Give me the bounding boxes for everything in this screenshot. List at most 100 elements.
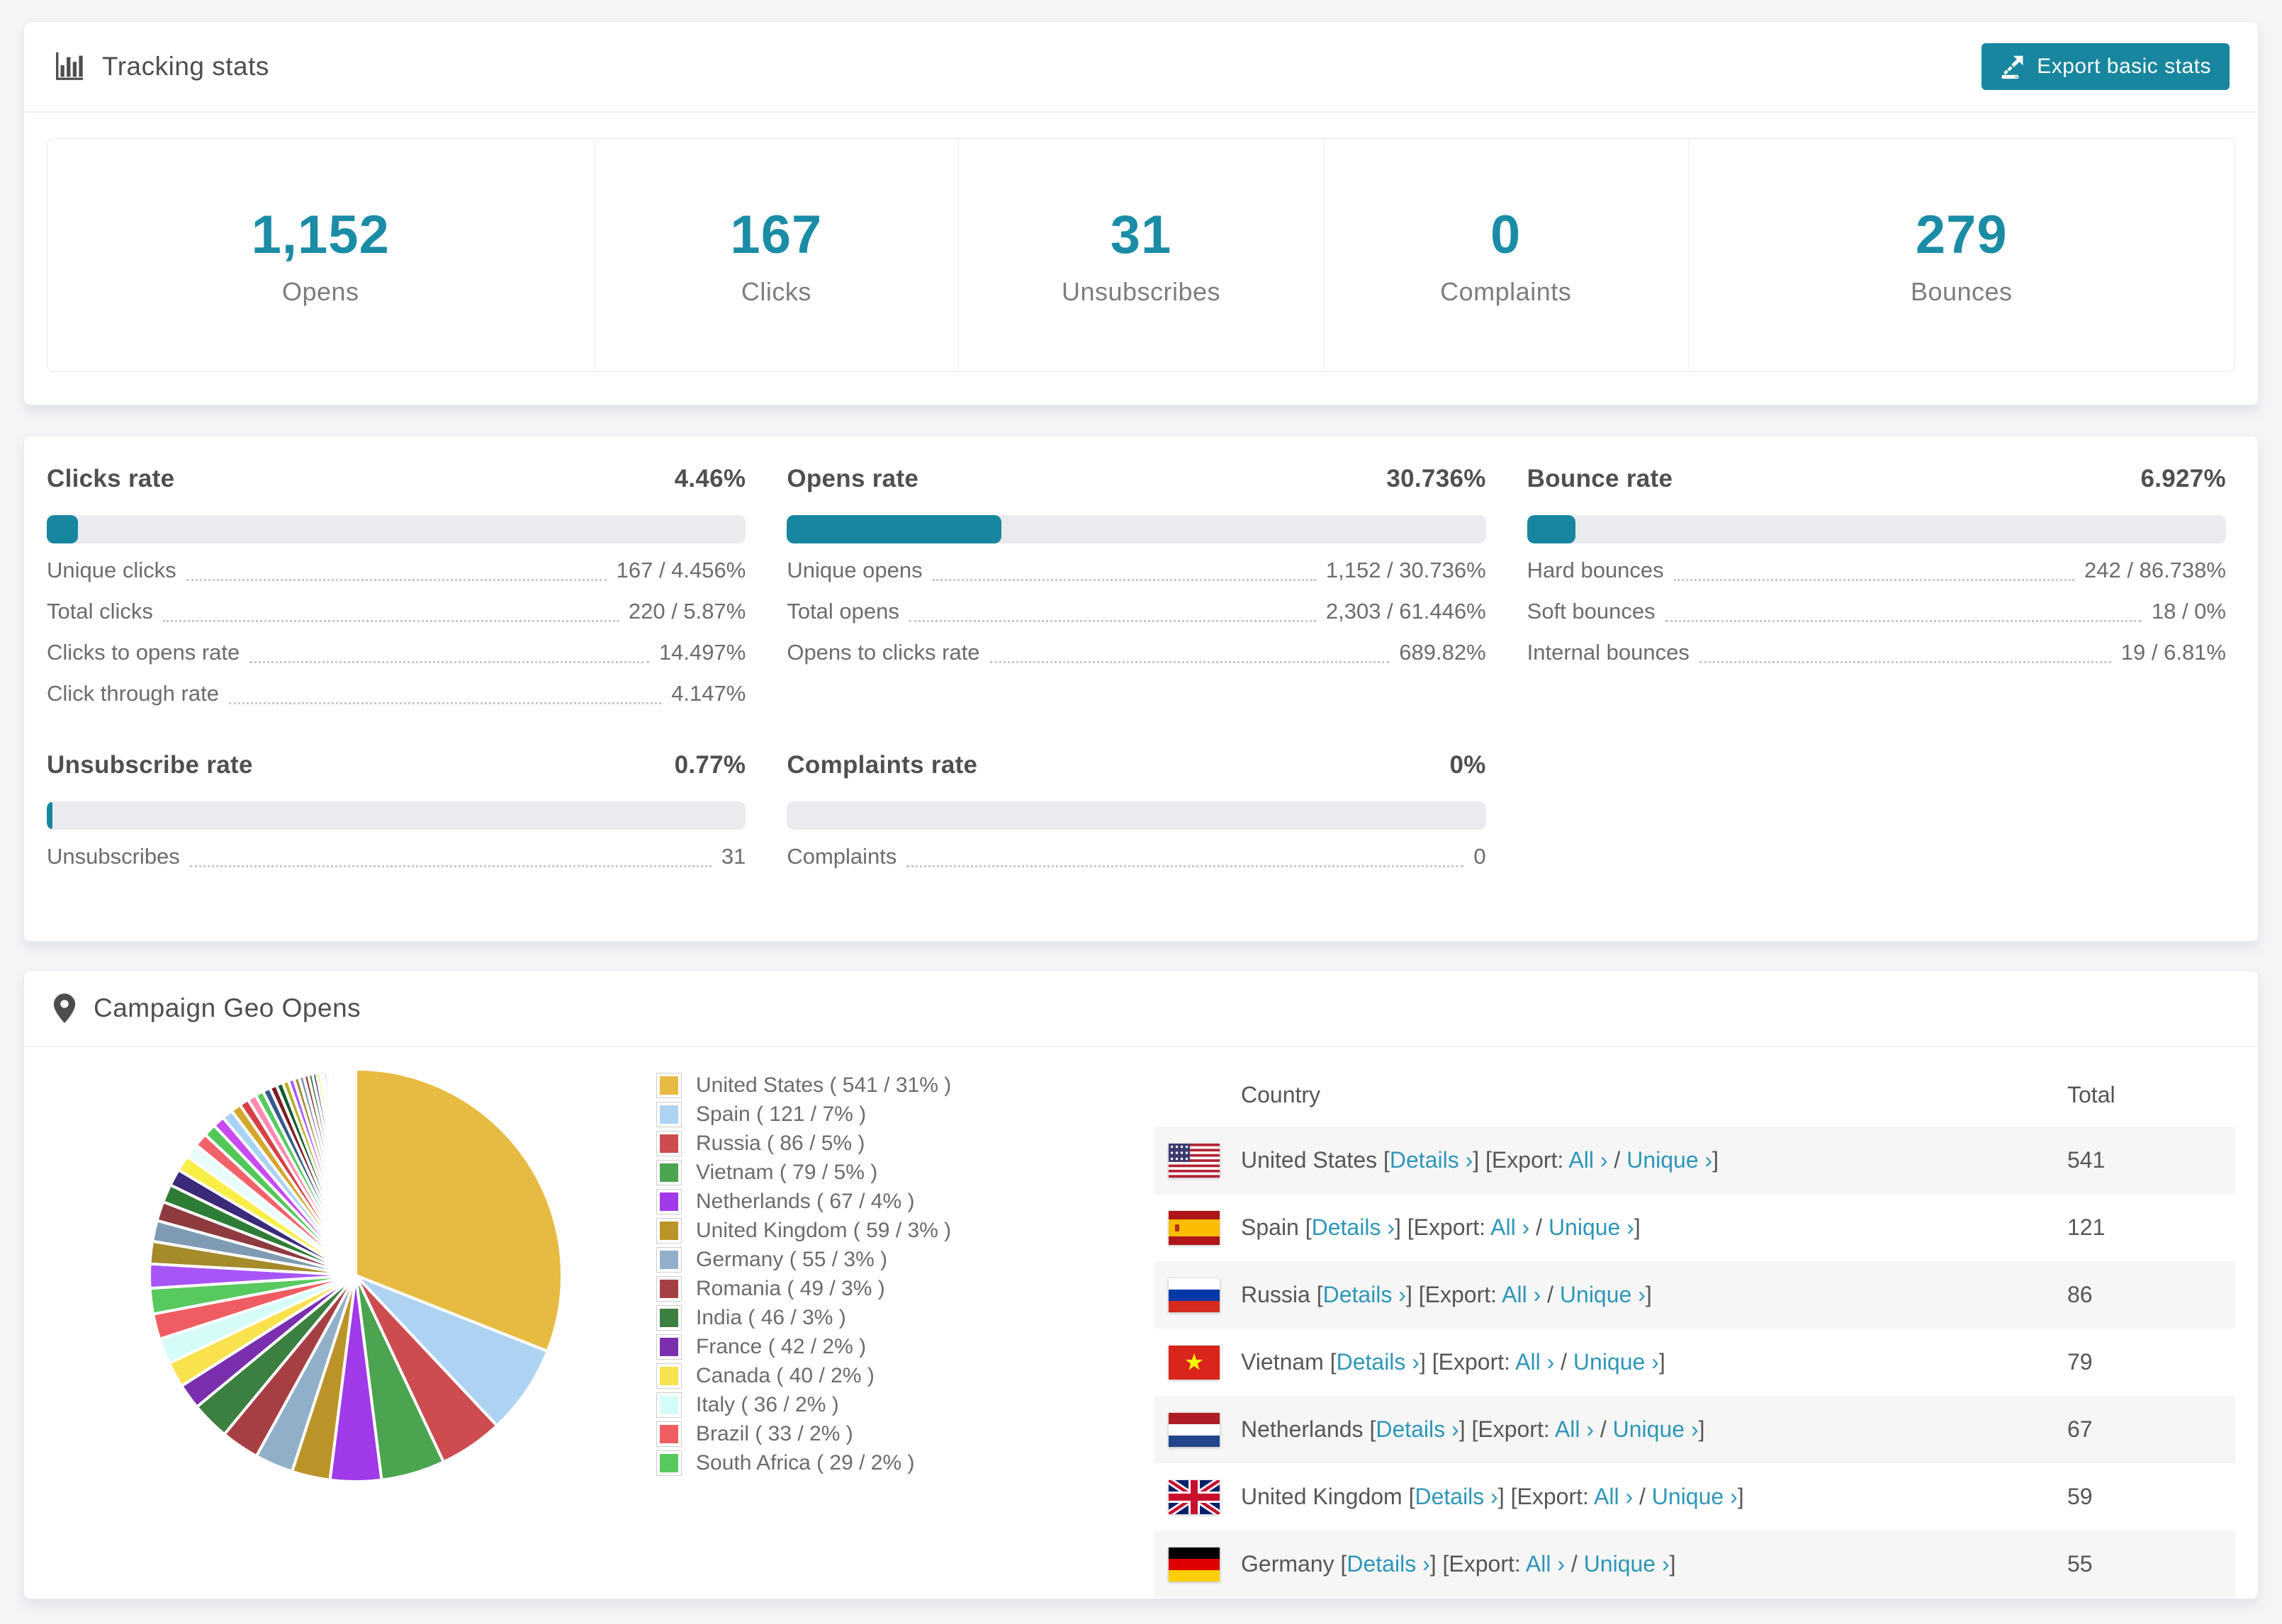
legend-item-south-africa[interactable]: South Africa ( 29 / 2% ): [656, 1448, 1154, 1477]
legend-swatch: [656, 1159, 682, 1185]
bracket: ]: [1698, 1416, 1705, 1442]
details-link[interactable]: Details ›: [1347, 1551, 1429, 1577]
rate-title: Unsubscribe rate: [47, 751, 253, 779]
export-unique-link[interactable]: Unique ›: [1560, 1282, 1646, 1307]
legend-item-vietnam[interactable]: Vietnam ( 79 / 5% ): [656, 1158, 1154, 1187]
rate-row-label: Internal bounces: [1527, 640, 1690, 665]
details-link[interactable]: Details ›: [1337, 1349, 1420, 1375]
export-unique-link[interactable]: Unique ›: [1584, 1551, 1670, 1577]
rate-row-label: Opens to clicks rate: [787, 640, 980, 665]
rate-row-value: 689.82%: [1399, 640, 1486, 665]
geo-pie-chart: [24, 1047, 634, 1598]
rate-row-value: 31: [721, 844, 746, 869]
details-link[interactable]: Details ›: [1415, 1484, 1497, 1509]
rate-progress-bar: [787, 801, 1486, 830]
rate-row-value: 19 / 6.81%: [2120, 640, 2226, 665]
legend-swatch: [656, 1421, 682, 1447]
export-all-link[interactable]: All ›: [1555, 1416, 1594, 1442]
export-unique-link[interactable]: Unique ›: [1626, 1147, 1712, 1173]
legend-item-italy[interactable]: Italy ( 36 / 2% ): [656, 1390, 1154, 1419]
export-all-link[interactable]: All ›: [1594, 1484, 1633, 1509]
legend-label: Netherlands ( 67 / 4% ): [696, 1189, 915, 1213]
de-flag-icon: [1169, 1547, 1220, 1581]
rate-block-complaints-rate: Complaints rate 0% Complaints 0: [787, 750, 1486, 874]
legend-swatch: [656, 1333, 682, 1360]
rate-value: 30.736%: [1386, 465, 1486, 492]
rate-row: Unique clicks 167 / 4.456%: [47, 558, 746, 587]
geo-title: Campaign Geo Opens: [52, 992, 361, 1025]
export-all-link[interactable]: All ›: [1515, 1349, 1554, 1375]
rate-rows: Unique opens 1,152 / 30.736% Total opens 2,…: [787, 558, 1485, 670]
details-link[interactable]: Details ›: [1390, 1147, 1473, 1173]
legend-item-romania[interactable]: Romania ( 49 / 3% ): [656, 1274, 1154, 1303]
legend-item-india[interactable]: India ( 46 / 3% ): [656, 1303, 1154, 1332]
legend-label: United Kingdom ( 59 / 3% ): [696, 1218, 952, 1242]
geo-header: Campaign Geo Opens: [24, 971, 2258, 1047]
rate-row: Opens to clicks rate 689.82%: [787, 640, 1485, 670]
rate-row-value: 167 / 4.456%: [616, 558, 746, 582]
rate-value: 6.927%: [2140, 465, 2226, 492]
export-unique-link[interactable]: Unique ›: [1548, 1214, 1634, 1240]
geo-card: Campaign Geo Opens United States ( 541 /…: [23, 970, 2259, 1599]
export-prefix: ] [Export:: [1405, 1282, 1502, 1307]
gb-flag-icon: [1169, 1479, 1220, 1514]
export-prefix: ] [Export:: [1419, 1349, 1516, 1375]
summary-stat-opens: 1,152 Opens: [47, 139, 595, 371]
map-marker-icon: [52, 992, 77, 1025]
rate-rows: Complaints 0: [787, 844, 1485, 874]
rate-head: Unsubscribe rate 0.77%: [47, 750, 746, 780]
rate-progress-bar: [47, 801, 746, 830]
rate-row: Click through rate 4.147%: [47, 681, 746, 711]
summary-stat-value: 167: [730, 204, 823, 265]
rate-row: Total clicks 220 / 5.87%: [47, 599, 746, 628]
country-cell: Germany [Details ›] [Export: All › / Uni…: [1241, 1551, 2067, 1577]
legend-item-united-states[interactable]: United States ( 541 / 31% ): [656, 1071, 1154, 1100]
rate-progress-fill: [47, 515, 78, 543]
export-unique-link[interactable]: Unique ›: [1652, 1484, 1738, 1509]
legend-item-france[interactable]: France ( 42 / 2% ): [656, 1332, 1154, 1361]
rate-row: Hard bounces 242 / 86.738%: [1527, 558, 2226, 587]
summary-stat-label: Bounces: [1910, 276, 2013, 306]
table-row-es: Spain [Details ›] [Export: All › / Uniqu…: [1154, 1194, 2235, 1261]
table-row-ru: Russia [Details ›] [Export: All › / Uniq…: [1154, 1261, 2235, 1329]
export-all-link[interactable]: All ›: [1526, 1551, 1565, 1577]
link-separator: /: [1565, 1551, 1584, 1577]
total-cell: 79: [2067, 1349, 2093, 1375]
export-unique-link[interactable]: Unique ›: [1573, 1349, 1659, 1375]
legend-item-germany[interactable]: Germany ( 55 / 3% ): [656, 1245, 1154, 1274]
rate-row-value: 14.497%: [658, 640, 746, 665]
export-unique-link[interactable]: Unique ›: [1613, 1416, 1699, 1442]
rate-row-value: 0: [1473, 844, 1486, 869]
rate-block-clicks-rate: Clicks rate 4.46% Unique clicks 167 / 4.456…: [47, 464, 746, 711]
legend-item-united-kingdom[interactable]: United Kingdom ( 59 / 3% ): [656, 1216, 1154, 1245]
rate-row-value: 1,152 / 30.736%: [1325, 558, 1486, 582]
country-name: Netherlands [: [1241, 1416, 1376, 1442]
export-basic-stats-button[interactable]: Export basic stats: [1982, 43, 2230, 90]
link-separator: /: [1541, 1282, 1560, 1307]
bracket: ]: [1634, 1214, 1641, 1240]
legend-label: India ( 46 / 3% ): [696, 1305, 846, 1329]
legend-item-russia[interactable]: Russia ( 86 / 5% ): [656, 1129, 1154, 1158]
legend-label: Canada ( 40 / 2% ): [696, 1363, 875, 1387]
legend-label: Russia ( 86 / 5% ): [696, 1131, 865, 1155]
rate-row-label: Complaints: [787, 844, 897, 869]
details-link[interactable]: Details ›: [1312, 1214, 1395, 1240]
legend-item-brazil[interactable]: Brazil ( 33 / 2% ): [656, 1419, 1154, 1448]
export-all-link[interactable]: All ›: [1502, 1282, 1541, 1307]
export-all-link[interactable]: All ›: [1568, 1147, 1607, 1173]
legend-item-netherlands[interactable]: Netherlands ( 67 / 4% ): [656, 1187, 1154, 1216]
export-all-link[interactable]: All ›: [1490, 1214, 1529, 1240]
geo-table: Country Total United States [Details ›] …: [1154, 1063, 2235, 1598]
summary-stat-value: 279: [1915, 204, 2008, 265]
bracket: ]: [1658, 1349, 1665, 1375]
legend-item-canada[interactable]: Canada ( 40 / 2% ): [656, 1361, 1154, 1390]
rate-progress-fill: [787, 515, 1002, 543]
dotted-leader: [228, 702, 662, 704]
details-link[interactable]: Details ›: [1376, 1416, 1458, 1442]
export-prefix: ] [Export:: [1394, 1214, 1491, 1240]
legend-swatch: [656, 1304, 682, 1331]
legend-item-spain[interactable]: Spain ( 121 / 7% ): [656, 1100, 1154, 1129]
rate-row-label: Clicks to opens rate: [47, 640, 240, 665]
details-link[interactable]: Details ›: [1323, 1282, 1406, 1307]
rate-progress-bar: [47, 515, 746, 543]
